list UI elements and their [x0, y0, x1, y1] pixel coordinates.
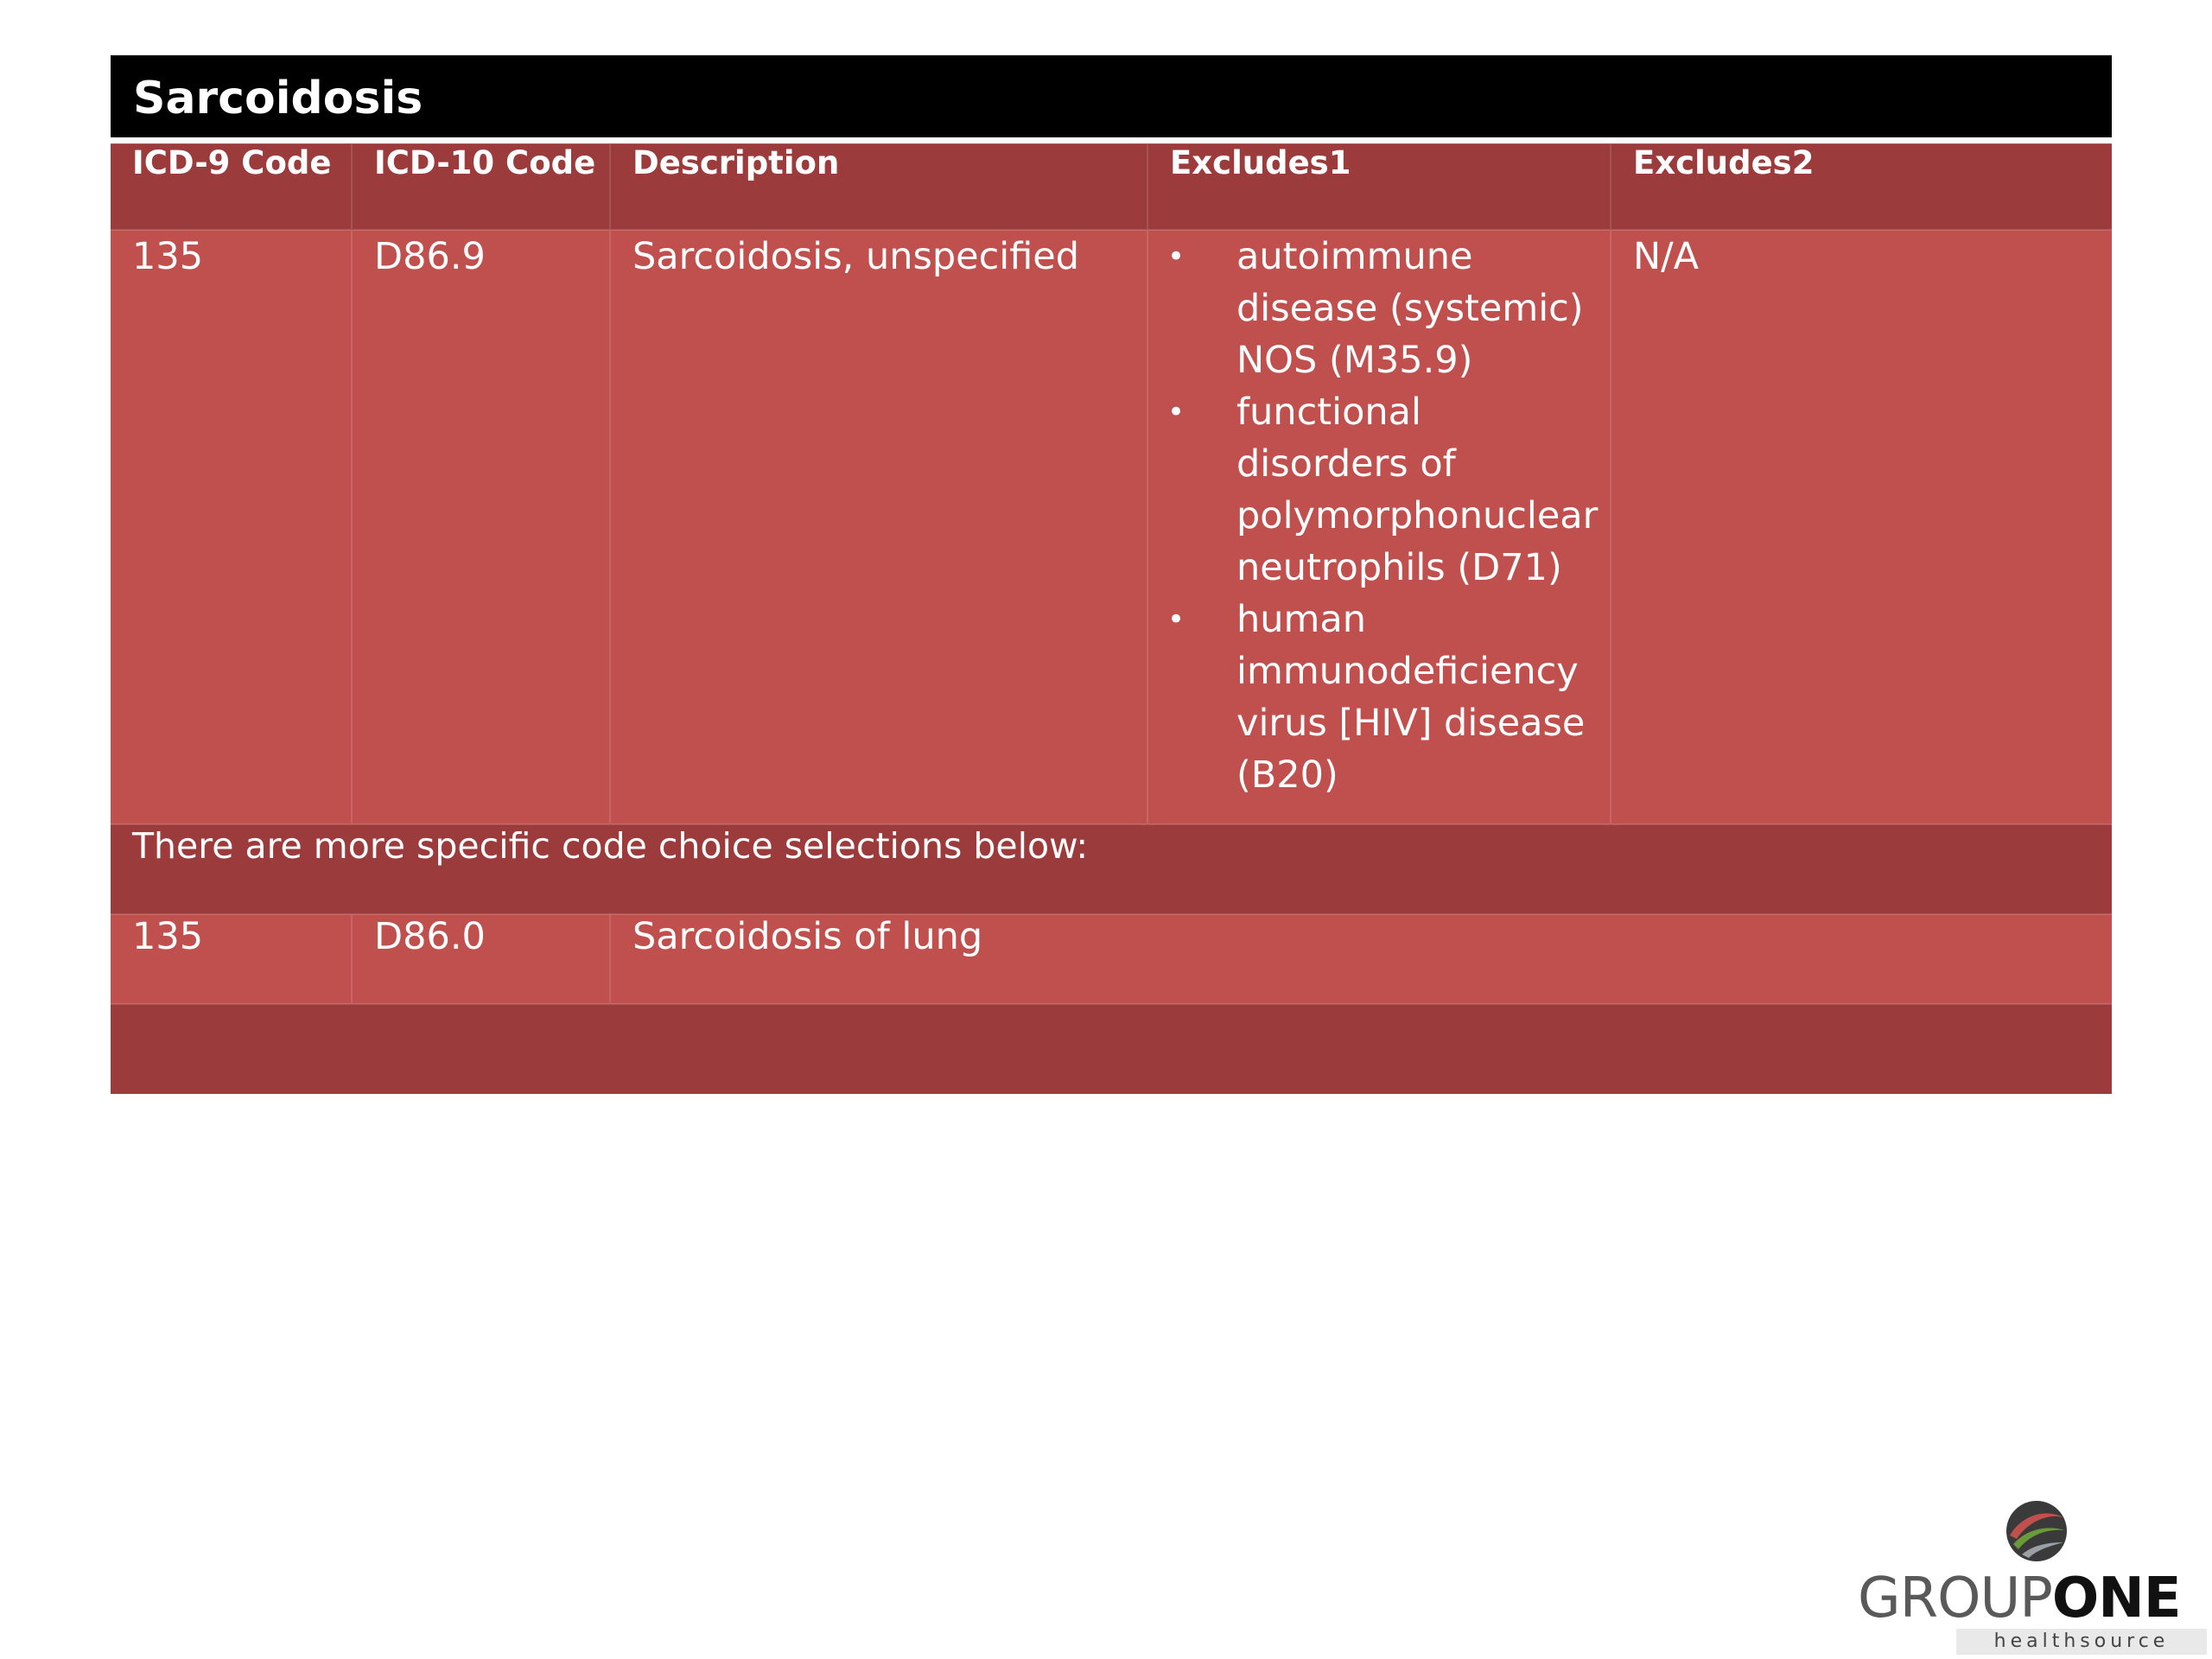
note-text: There are more specific code choice sele…: [111, 823, 2112, 914]
logo-wordmark: GROUPONE: [1858, 1567, 2182, 1630]
table-title: Sarcoidosis: [111, 55, 2112, 143]
empty-cell: [111, 1003, 2112, 1094]
groupone-logo: GROUPONE healthsource: [1858, 1499, 2212, 1659]
cell-icd10: D86.9: [351, 229, 610, 824]
header-row: ICD-9 Code ICD-10 Code Description Exclu…: [111, 143, 2112, 230]
cell-description: Sarcoidosis of lung: [609, 913, 2112, 1004]
excludes1-item: autoimmune disease (systemic) NOS (M35.9…: [1167, 231, 1592, 386]
excludes1-item: functional disorders of polymorphonuclea…: [1167, 386, 1598, 594]
excludes1-list: autoimmune disease (systemic) NOS (M35.9…: [1167, 231, 1598, 801]
cell-icd9: 135: [111, 229, 352, 824]
column-header-excludes2: Excludes2: [1610, 143, 2112, 230]
cell-icd9: 135: [111, 913, 352, 1004]
note-row: There are more specific code choice sele…: [111, 823, 2112, 914]
cell-excludes1: autoimmune disease (systemic) NOS (M35.9…: [1147, 229, 1611, 824]
empty-row: [111, 1003, 2112, 1094]
cell-icd10: D86.0: [351, 913, 610, 1004]
cell-description: Sarcoidosis, unspecified: [609, 229, 1147, 824]
logo-word-one: ONE: [2051, 1567, 2182, 1630]
column-header-excludes1: Excludes1: [1147, 143, 1611, 230]
table-row: 135 D86.9 Sarcoidosis, unspecified autoi…: [111, 229, 2112, 824]
column-header-icd10: ICD-10 Code: [351, 143, 610, 230]
column-header-description: Description: [609, 143, 1147, 230]
table-row: 135 D86.0 Sarcoidosis of lung: [111, 913, 2112, 1004]
codes-table: ICD-9 Code ICD-10 Code Description Exclu…: [111, 143, 2112, 1094]
column-header-icd9: ICD-9 Code: [111, 143, 352, 230]
icd-code-table: Sarcoidosis ICD-9 Code ICD-10 Code Descr…: [111, 55, 2112, 1094]
leaf-globe-icon: [2006, 1501, 2067, 1561]
excludes1-item: human immunodeficiency virus [HIV] disea…: [1167, 594, 1592, 801]
logo-tagline: healthsource: [1956, 1629, 2207, 1655]
cell-excludes2: N/A: [1610, 229, 2112, 824]
logo-word-group: GROUP: [1858, 1567, 2053, 1630]
